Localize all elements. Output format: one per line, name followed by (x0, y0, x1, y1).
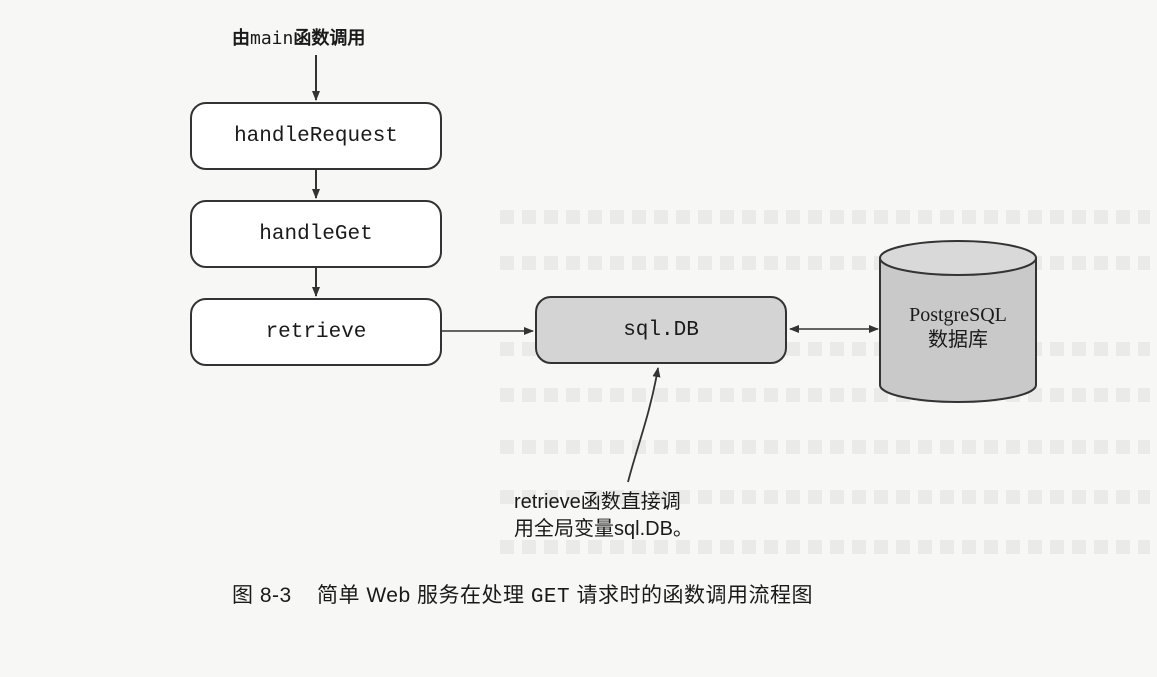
retrieve-box: retrieve (190, 298, 442, 366)
sqldb-label: sql.DB (623, 318, 699, 342)
callout-arrow (627, 367, 661, 483)
caller-label-code: main (250, 28, 294, 49)
sqldb-box: sql.DB (535, 296, 787, 364)
caller-label: 由main函数调用 (232, 24, 365, 50)
caller-label-prefix: 由 (232, 28, 250, 49)
callout-note: retrieve函数直接调 用全局变量sql.DB。 (514, 489, 754, 543)
figure: 由main函数调用 handleRequest handleGet retrie… (0, 0, 1157, 677)
figure-caption: 图 8-3 简单 Web 服务在处理 GET 请求时的函数调用流程图 (232, 579, 813, 609)
caption-prefix: 图 8-3 简单 Web 服务在处理 (232, 584, 531, 607)
callout-note-line1: retrieve函数直接调 (514, 491, 681, 513)
database-desc: 数据库 (928, 329, 988, 351)
database-label: PostgreSQL 数据库 (880, 303, 1036, 353)
retrieve-label: retrieve (265, 320, 367, 344)
handlerequest-box: handleRequest (190, 102, 442, 170)
handleget-box: handleGet (190, 200, 442, 268)
caption-code: GET (530, 586, 571, 609)
caller-label-suffix: 函数调用 (293, 28, 366, 49)
handleget-label: handleGet (259, 222, 373, 246)
handlerequest-label: handleRequest (234, 124, 398, 148)
database-name: PostgreSQL (909, 304, 1007, 326)
callout-note-line2: 用全局变量sql.DB。 (514, 518, 693, 540)
caption-suffix: 请求时的函数调用流程图 (570, 584, 813, 607)
